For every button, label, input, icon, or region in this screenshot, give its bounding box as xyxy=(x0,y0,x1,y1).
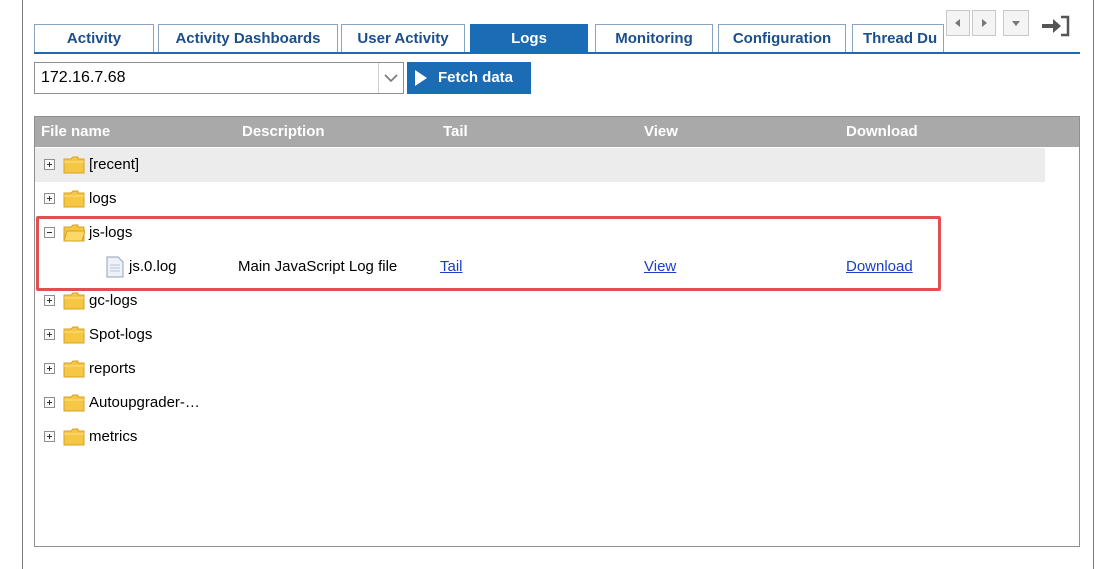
logout-icon[interactable] xyxy=(1041,14,1071,38)
fetch-data-label: Fetch data xyxy=(438,69,514,86)
host-input[interactable] xyxy=(35,63,375,93)
expand-icon[interactable] xyxy=(44,159,55,170)
tree-row-js-logs[interactable]: js-logs xyxy=(35,216,1079,250)
file-name: js.0.log xyxy=(129,258,177,275)
tail-link[interactable]: Tail xyxy=(440,250,463,284)
play-icon xyxy=(415,70,427,86)
folder-icon xyxy=(63,428,85,446)
tree-row-js-0-log[interactable]: js.0.log Main JavaScript Log file Tail V… xyxy=(35,250,1079,284)
tab-configuration[interactable]: Configuration xyxy=(718,24,846,52)
column-header-download[interactable]: Download xyxy=(846,117,918,147)
tree-row-logs[interactable]: logs xyxy=(35,182,1079,216)
tab-monitoring[interactable]: Monitoring xyxy=(595,24,713,52)
folder-name: metrics xyxy=(89,428,138,445)
folder-icon xyxy=(63,190,85,208)
tab-logs[interactable]: Logs xyxy=(470,24,588,52)
column-header-tail[interactable]: Tail xyxy=(443,117,468,147)
folder-name: Spot-logs xyxy=(89,326,153,343)
host-dropdown-button[interactable] xyxy=(378,63,403,93)
caret-down-icon xyxy=(1012,21,1020,26)
logs-grid: File name Description Tail View Download… xyxy=(34,116,1080,547)
tab-thread-dump[interactable]: Thread Du xyxy=(852,24,944,52)
tab-menu-button[interactable] xyxy=(1003,10,1029,36)
file-description: Main JavaScript Log file xyxy=(238,258,398,275)
folder-name: Autoupgrader-… xyxy=(89,394,200,411)
folder-icon xyxy=(63,156,85,174)
folder-name: js-logs xyxy=(89,224,133,241)
expand-icon[interactable] xyxy=(44,363,55,374)
tree-row-metrics[interactable]: metrics xyxy=(35,420,1079,454)
tab-underline xyxy=(34,52,1080,54)
expand-icon[interactable] xyxy=(44,295,55,306)
folder-icon xyxy=(63,326,85,344)
expand-icon[interactable] xyxy=(44,329,55,340)
folder-icon xyxy=(63,360,85,378)
tree-row-reports[interactable]: reports xyxy=(35,352,1079,386)
expand-icon[interactable] xyxy=(44,397,55,408)
grid-header: File name Description Tail View Download xyxy=(35,117,1079,147)
host-combo[interactable] xyxy=(34,62,404,94)
column-header-view[interactable]: View xyxy=(644,117,678,147)
caret-right-icon xyxy=(982,19,987,27)
expand-icon[interactable] xyxy=(44,193,55,204)
folder-name: reports xyxy=(89,360,136,377)
tab-user-activity[interactable]: User Activity xyxy=(341,24,465,52)
caret-left-icon xyxy=(955,19,960,27)
column-header-description[interactable]: Description xyxy=(242,117,325,147)
folder-name: gc-logs xyxy=(89,292,138,309)
scroll-tabs-right-button[interactable] xyxy=(972,10,996,36)
download-link[interactable]: Download xyxy=(846,250,913,284)
tab-activity-dashboards[interactable]: Activity Dashboards xyxy=(158,24,338,52)
document-icon xyxy=(106,256,124,278)
tab-activity[interactable]: Activity xyxy=(34,24,154,52)
tree-row-autoupgrader[interactable]: Autoupgrader-… xyxy=(35,386,1079,420)
view-link[interactable]: View xyxy=(644,250,676,284)
collapse-icon[interactable] xyxy=(44,227,55,238)
folder-name: logs xyxy=(89,190,117,207)
tree-row-gc-logs[interactable]: gc-logs xyxy=(35,284,1079,318)
column-header-file-name[interactable]: File name xyxy=(41,117,110,147)
scroll-tabs-left-button[interactable] xyxy=(946,10,970,36)
folder-name: [recent] xyxy=(89,156,140,173)
tree-row-spot-logs[interactable]: Spot-logs xyxy=(35,318,1079,352)
tree-row-recent[interactable]: [recent] xyxy=(35,148,1045,182)
folder-icon xyxy=(63,394,85,412)
chevron-down-icon xyxy=(384,74,398,83)
fetch-data-button[interactable]: Fetch data xyxy=(407,62,531,94)
folder-open-icon xyxy=(63,224,85,242)
folder-icon xyxy=(63,292,85,310)
expand-icon[interactable] xyxy=(44,431,55,442)
